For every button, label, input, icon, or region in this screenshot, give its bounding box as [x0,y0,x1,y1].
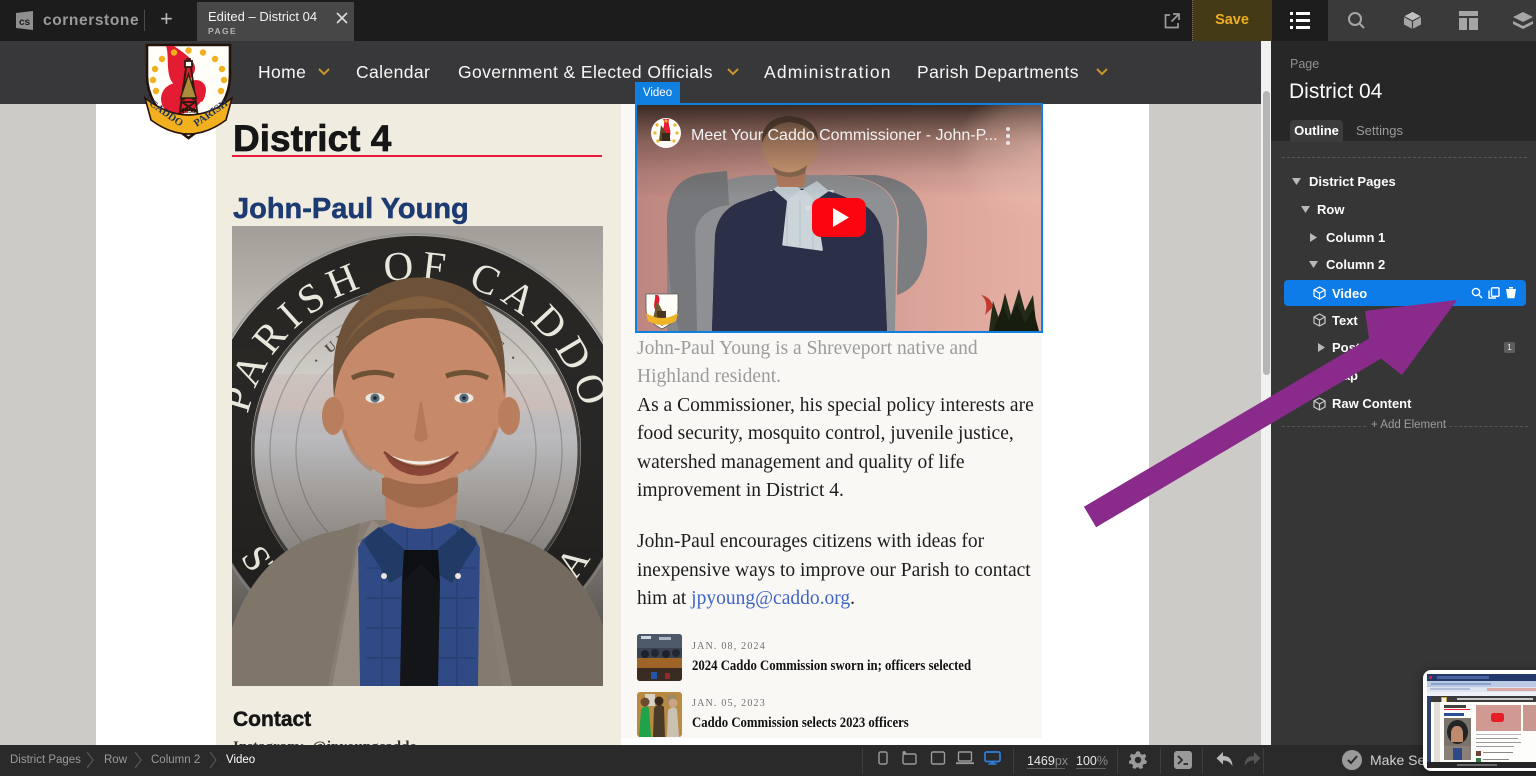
svg-text:cs: cs [19,17,31,28]
svg-text:1838: 1838 [182,107,197,115]
svg-text:Meet Your Caddo Commissioner -: Meet Your Caddo Commissioner - John-P... [691,127,998,144]
